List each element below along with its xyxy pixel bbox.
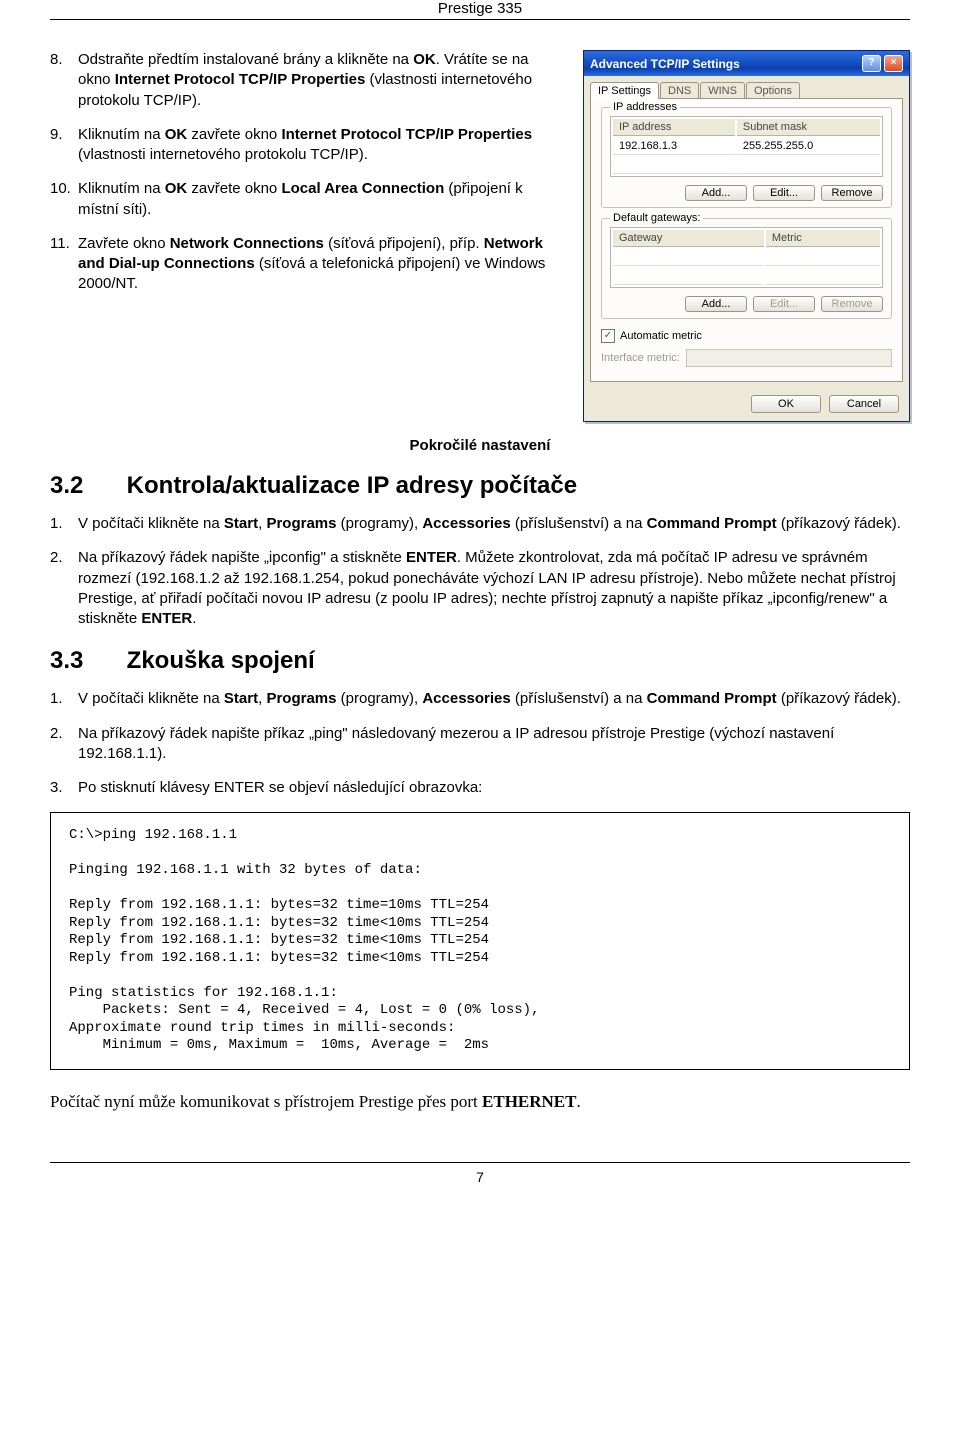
tab-options[interactable]: Options xyxy=(746,82,800,99)
step-body: V počítači klikněte na Start, Programs (… xyxy=(78,689,910,709)
tab-ip-settings[interactable]: IP Settings xyxy=(590,82,659,99)
step-list-c: 1.V počítači klikněte na Start, Programs… xyxy=(50,689,910,798)
auto-metric-checkbox[interactable]: ✓ Automatic metric xyxy=(601,329,892,343)
list-item: 9.Kliknutím na OK zavřete okno Internet … xyxy=(50,125,558,166)
ip-edit-button[interactable]: Edit... xyxy=(753,185,815,201)
gateways-legend: Default gateways: xyxy=(610,212,703,224)
step-number: 2. xyxy=(50,724,78,765)
list-item: 8.Odstraňte předtím instalované brány a … xyxy=(50,50,558,111)
gw-table: Gateway Metric xyxy=(610,227,883,288)
section-title: Zkouška spojení xyxy=(127,647,315,674)
dialog-title: Advanced TCP/IP Settings xyxy=(590,57,740,71)
ip-addresses-legend: IP addresses xyxy=(610,101,680,113)
gw-col-gateway: Gateway xyxy=(613,230,764,247)
step-number: 10. xyxy=(50,179,78,220)
section-number: 3.2 xyxy=(50,472,120,500)
list-item: 1.V počítači klikněte na Start, Programs… xyxy=(50,514,910,534)
step-number: 1. xyxy=(50,514,78,534)
step-list-a: 8.Odstraňte předtím instalované brány a … xyxy=(50,50,558,295)
list-item: 3.Po stisknutí klávesy ENTER se objeví n… xyxy=(50,778,910,798)
list-item: 2.Na příkazový řádek napište „ipconfig" … xyxy=(50,548,910,629)
dialog-titlebar: Advanced TCP/IP Settings ? × xyxy=(584,51,909,76)
closing-sentence: Počítač nyní může komunikovat s přístroj… xyxy=(50,1092,910,1112)
section-title: Kontrola/aktualizace IP adresy počítače xyxy=(127,472,577,499)
check-icon: ✓ xyxy=(601,329,615,343)
gateways-group: Default gateways: Gateway Metric Add... … xyxy=(601,218,892,319)
help-button[interactable]: ? xyxy=(862,55,881,72)
table-row[interactable]: 192.168.1.3 255.255.255.0 xyxy=(613,138,880,155)
page-footer: 7 xyxy=(50,1162,910,1185)
ok-button[interactable]: OK xyxy=(751,395,821,413)
section-3-3: 3.3 Zkouška spojení xyxy=(50,647,910,675)
interface-metric-row: Interface metric: xyxy=(601,349,892,367)
step-body: Na příkazový řádek napište „ipconfig" a … xyxy=(78,548,910,629)
gw-edit-button[interactable]: Edit... xyxy=(753,296,815,312)
interface-metric-field xyxy=(686,349,892,367)
interface-metric-label: Interface metric: xyxy=(601,352,680,364)
step-list-b: 1.V počítači klikněte na Start, Programs… xyxy=(50,514,910,629)
gw-add-button[interactable]: Add... xyxy=(685,296,747,312)
ip-addresses-group: IP addresses IP address Subnet mask 192.… xyxy=(601,107,892,208)
step-number: 3. xyxy=(50,778,78,798)
step-body: Odstraňte předtím instalované brány a kl… xyxy=(78,50,558,111)
step-number: 9. xyxy=(50,125,78,166)
step-body: Na příkazový řádek napište příkaz „ping"… xyxy=(78,724,910,765)
gw-remove-button[interactable]: Remove xyxy=(821,296,883,312)
ip-table: IP address Subnet mask 192.168.1.3 255.2… xyxy=(610,116,883,177)
list-item: 2.Na příkazový řádek napište příkaz „pin… xyxy=(50,724,910,765)
ip-cell-mask: 255.255.255.0 xyxy=(737,138,880,155)
step-number: 11. xyxy=(50,234,78,295)
gw-col-metric: Metric xyxy=(766,230,880,247)
doc-title: Prestige 335 xyxy=(438,0,522,17)
ip-col-address: IP address xyxy=(613,119,735,136)
figure-caption: Pokročilé nastavení xyxy=(50,437,910,454)
ip-remove-button[interactable]: Remove xyxy=(821,185,883,201)
step-body: Kliknutím na OK zavřete okno Local Area … xyxy=(78,179,558,220)
list-item: 1.V počítači klikněte na Start, Programs… xyxy=(50,689,910,709)
close-button[interactable]: × xyxy=(884,55,903,72)
page-number: 7 xyxy=(476,1169,484,1185)
tab-wins[interactable]: WINS xyxy=(700,82,745,99)
auto-metric-label: Automatic metric xyxy=(620,330,702,342)
ping-output: C:\>ping 192.168.1.1 Pinging 192.168.1.1… xyxy=(50,812,910,1070)
dialog-tabs: IP SettingsDNSWINSOptions xyxy=(584,76,909,99)
ip-add-button[interactable]: Add... xyxy=(685,185,747,201)
list-item: 10.Kliknutím na OK zavřete okno Local Ar… xyxy=(50,179,558,220)
ip-col-mask: Subnet mask xyxy=(737,119,880,136)
ip-cell-address: 192.168.1.3 xyxy=(613,138,735,155)
list-item: 11.Zavřete okno Network Connections (síť… xyxy=(50,234,558,295)
step-body: Kliknutím na OK zavřete okno Internet Pr… xyxy=(78,125,558,166)
step-body: Po stisknutí klávesy ENTER se objeví nás… xyxy=(78,778,910,798)
step-number: 1. xyxy=(50,689,78,709)
page-header: Prestige 335 xyxy=(50,0,910,20)
step-body: Zavřete okno Network Connections (síťová… xyxy=(78,234,558,295)
step-body: V počítači klikněte na Start, Programs (… xyxy=(78,514,910,534)
step-number: 8. xyxy=(50,50,78,111)
section-number: 3.3 xyxy=(50,647,120,675)
section-3-2: 3.2 Kontrola/aktualizace IP adresy počít… xyxy=(50,472,910,500)
tab-dns[interactable]: DNS xyxy=(660,82,699,99)
cancel-button[interactable]: Cancel xyxy=(829,395,899,413)
step-number: 2. xyxy=(50,548,78,629)
advanced-tcpip-dialog: Advanced TCP/IP Settings ? × IP Settings… xyxy=(583,50,910,422)
